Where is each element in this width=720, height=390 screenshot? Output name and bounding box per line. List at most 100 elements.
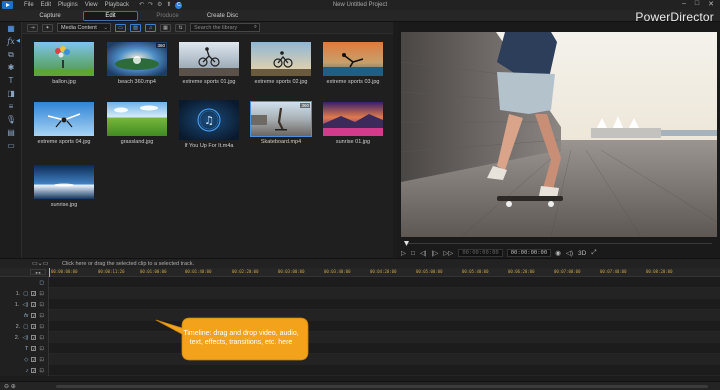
track-header: T ✓ ⊡	[0, 343, 49, 354]
track-lane[interactable]	[49, 299, 720, 310]
lock-icon[interactable]: ⊡	[39, 368, 44, 374]
library-item-label: sunrise.jpg	[50, 202, 78, 208]
library-item[interactable]: ♫	[179, 100, 239, 140]
track-header: 2. ▢ ✓ ⊡	[0, 321, 49, 332]
library-item[interactable]	[251, 42, 311, 76]
track-enable-checkbox[interactable]: ✓	[31, 302, 37, 307]
lock-icon[interactable]: ⊡	[39, 324, 44, 330]
track-row: 2. ▢ ✓ ⊡	[0, 321, 720, 332]
particle-room-icon[interactable]: ✱	[0, 61, 22, 74]
title-room-icon[interactable]: T	[0, 74, 22, 87]
timeline-playhead[interactable]	[49, 268, 50, 277]
plugin-icon[interactable]: ✦	[42, 23, 53, 32]
track-enable-checkbox[interactable]: ✓	[31, 357, 37, 362]
subtitle-room-icon[interactable]: ▭	[0, 139, 22, 152]
minimize-icon[interactable]: –	[682, 0, 686, 8]
room-toolbar: ▦ fx ⧉ ✱ T ◨ ≡ 🎙 ▤ ▭ ◀	[0, 22, 22, 258]
track-enable-checkbox[interactable]: ✓	[31, 335, 37, 340]
track-enable-checkbox[interactable]: ✓	[31, 291, 37, 296]
preview-scrub-bar[interactable]	[401, 241, 717, 246]
chevron-down-icon: ⌄	[103, 24, 108, 31]
library-item[interactable]	[323, 42, 383, 76]
pip-room-icon[interactable]: ⧉	[0, 48, 22, 61]
audio-mixing-icon[interactable]: ≡	[0, 100, 22, 113]
tab-edit[interactable]: Edit	[83, 11, 138, 21]
voiceover-icon[interactable]: 🎙	[0, 113, 22, 126]
track-header: fx ✓ ⊡	[0, 310, 49, 321]
audio-track-icon: ◁)	[22, 334, 29, 341]
ruler-tick: 00:00:11:20	[98, 269, 125, 274]
filter-image-icon[interactable]: ▨	[130, 23, 141, 32]
library-item[interactable]	[34, 102, 94, 136]
track-header: ◻	[0, 277, 49, 288]
track-lane[interactable]	[49, 277, 720, 288]
track-enable-checkbox[interactable]: ✓	[31, 346, 37, 351]
track-row: ◇ ✓ ⊡	[0, 354, 720, 365]
volume-icon[interactable]: ◁)	[566, 249, 573, 257]
timeline-ruler[interactable]: ▸◂ 00:00:00:00 00:00:11:20 00:01:00:00 0…	[0, 268, 720, 277]
library-filter-dropdown[interactable]: Media Content ⌄	[57, 23, 111, 32]
import-icon[interactable]: ⇥	[27, 23, 38, 32]
library-item[interactable]	[34, 165, 94, 199]
tab-produce[interactable]: Produce	[140, 11, 195, 21]
search-icon[interactable]: ⌕	[254, 24, 259, 31]
track-enable-checkbox[interactable]: ✓	[31, 313, 37, 318]
close-icon[interactable]: ✕	[708, 0, 714, 8]
track-lane[interactable]	[49, 365, 720, 376]
tab-capture[interactable]: Capture	[20, 11, 80, 21]
library-item[interactable]	[179, 42, 239, 76]
media-room-icon[interactable]: ▦	[0, 22, 22, 35]
playhead-marker-icon[interactable]	[404, 241, 409, 246]
timecode-current[interactable]: 00:00:00:00	[506, 249, 552, 257]
tab-create-disc[interactable]: Create Disc	[195, 11, 250, 21]
filter-video-icon[interactable]: ▭	[115, 23, 126, 32]
library-item[interactable]	[323, 102, 383, 136]
preview-video[interactable]	[401, 32, 717, 237]
timeline-view-toggle-icon[interactable]: ▭⌄▭	[32, 260, 52, 267]
ruler-tick: 00:02:20:00	[232, 269, 259, 274]
library-item-label: Skateboard.mp4	[260, 139, 302, 145]
track-row: 1. ▢ ✓ ⊡	[0, 288, 720, 299]
timeline-horizontal-scrollbar[interactable]	[56, 385, 708, 388]
play-icon[interactable]: ▷	[401, 249, 406, 257]
library-search-input[interactable]: Search the library ⌕	[190, 23, 260, 32]
track-icon: ◻	[39, 279, 44, 286]
video-track-icon: ▢	[23, 323, 29, 330]
library-item[interactable]	[107, 102, 167, 136]
lock-icon[interactable]: ⊡	[39, 357, 44, 363]
transition-room-icon[interactable]: ◨	[0, 87, 22, 100]
chapter-room-icon[interactable]: ▤	[0, 126, 22, 139]
maximize-icon[interactable]: □	[695, 0, 699, 8]
mode-3d-toggle[interactable]: 3D	[578, 250, 586, 257]
previous-frame-icon[interactable]: ◁|	[420, 249, 427, 257]
title-bar: File Edit Plugins View Playback ↶ ↷ ⚙ ⬆ …	[0, 0, 720, 10]
zoom-slider-icon[interactable]: ⊖ ⊕	[4, 383, 16, 390]
title-track-icon: T	[25, 345, 29, 352]
sort-icon[interactable]: ⇅	[175, 23, 186, 32]
track-enable-checkbox[interactable]: ✓	[31, 324, 37, 329]
lock-icon[interactable]: ⊡	[39, 346, 44, 352]
undock-icon[interactable]: ⤢	[591, 249, 596, 257]
track-lane[interactable]	[49, 288, 720, 299]
snapshot-icon[interactable]: ◉	[555, 249, 561, 257]
track-enable-checkbox[interactable]: ✓	[31, 368, 37, 373]
collapse-arrow-icon[interactable]: ◀	[16, 38, 20, 44]
stop-icon[interactable]: □	[411, 250, 415, 257]
ruler-tick: 00:05:00:00	[416, 269, 443, 274]
lock-icon[interactable]: ⊡	[39, 335, 44, 341]
lock-icon[interactable]: ⊡	[39, 302, 44, 308]
timeline-hint: Click here or drag the selected clip to …	[62, 260, 195, 267]
fast-forward-icon[interactable]: ▷▷	[443, 249, 453, 257]
timecode-start[interactable]: 00:00:00:00	[458, 249, 503, 257]
lock-icon[interactable]: ⊡	[39, 291, 44, 297]
next-frame-icon[interactable]: |▷	[432, 249, 439, 257]
lock-icon[interactable]: ⊡	[39, 313, 44, 319]
library-item[interactable]: 360	[107, 42, 167, 76]
library-item[interactable]	[34, 42, 94, 76]
grid-view-icon[interactable]: ▦	[160, 23, 171, 32]
track-manager-icon[interactable]: ▸◂	[30, 269, 46, 275]
filter-audio-icon[interactable]: ♫	[145, 23, 156, 32]
library-item-selected[interactable]: 360	[250, 101, 312, 137]
track-header: 1. ▢ ✓ ⊡	[0, 288, 49, 299]
project-title: New Untitled Project	[332, 2, 388, 8]
